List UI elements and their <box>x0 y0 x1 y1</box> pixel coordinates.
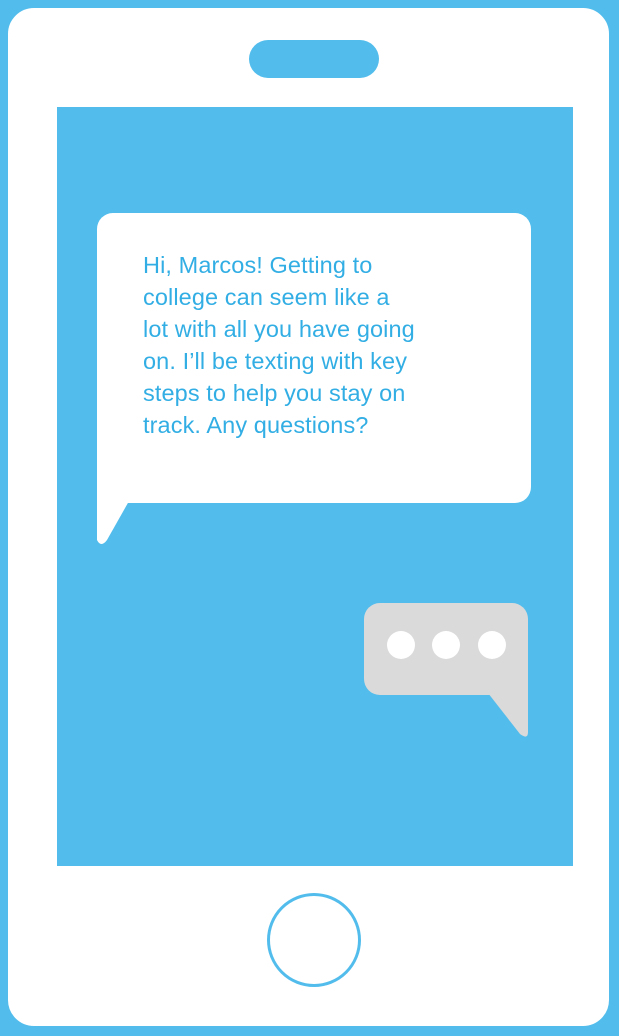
phone-illustration: Hi, Marcos! Getting to college can seem … <box>0 0 619 1036</box>
speaker-icon <box>249 40 379 78</box>
typing-bubble-tail <box>470 670 528 737</box>
incoming-bubble-tail <box>97 478 142 544</box>
typing-dot <box>478 631 506 659</box>
message-text: Hi, Marcos! Getting to college can seem … <box>143 252 415 438</box>
incoming-message-bubble: Hi, Marcos! Getting to college can seem … <box>97 213 531 503</box>
typing-dot <box>387 631 415 659</box>
home-button-icon <box>267 893 361 987</box>
typing-dot <box>432 631 460 659</box>
